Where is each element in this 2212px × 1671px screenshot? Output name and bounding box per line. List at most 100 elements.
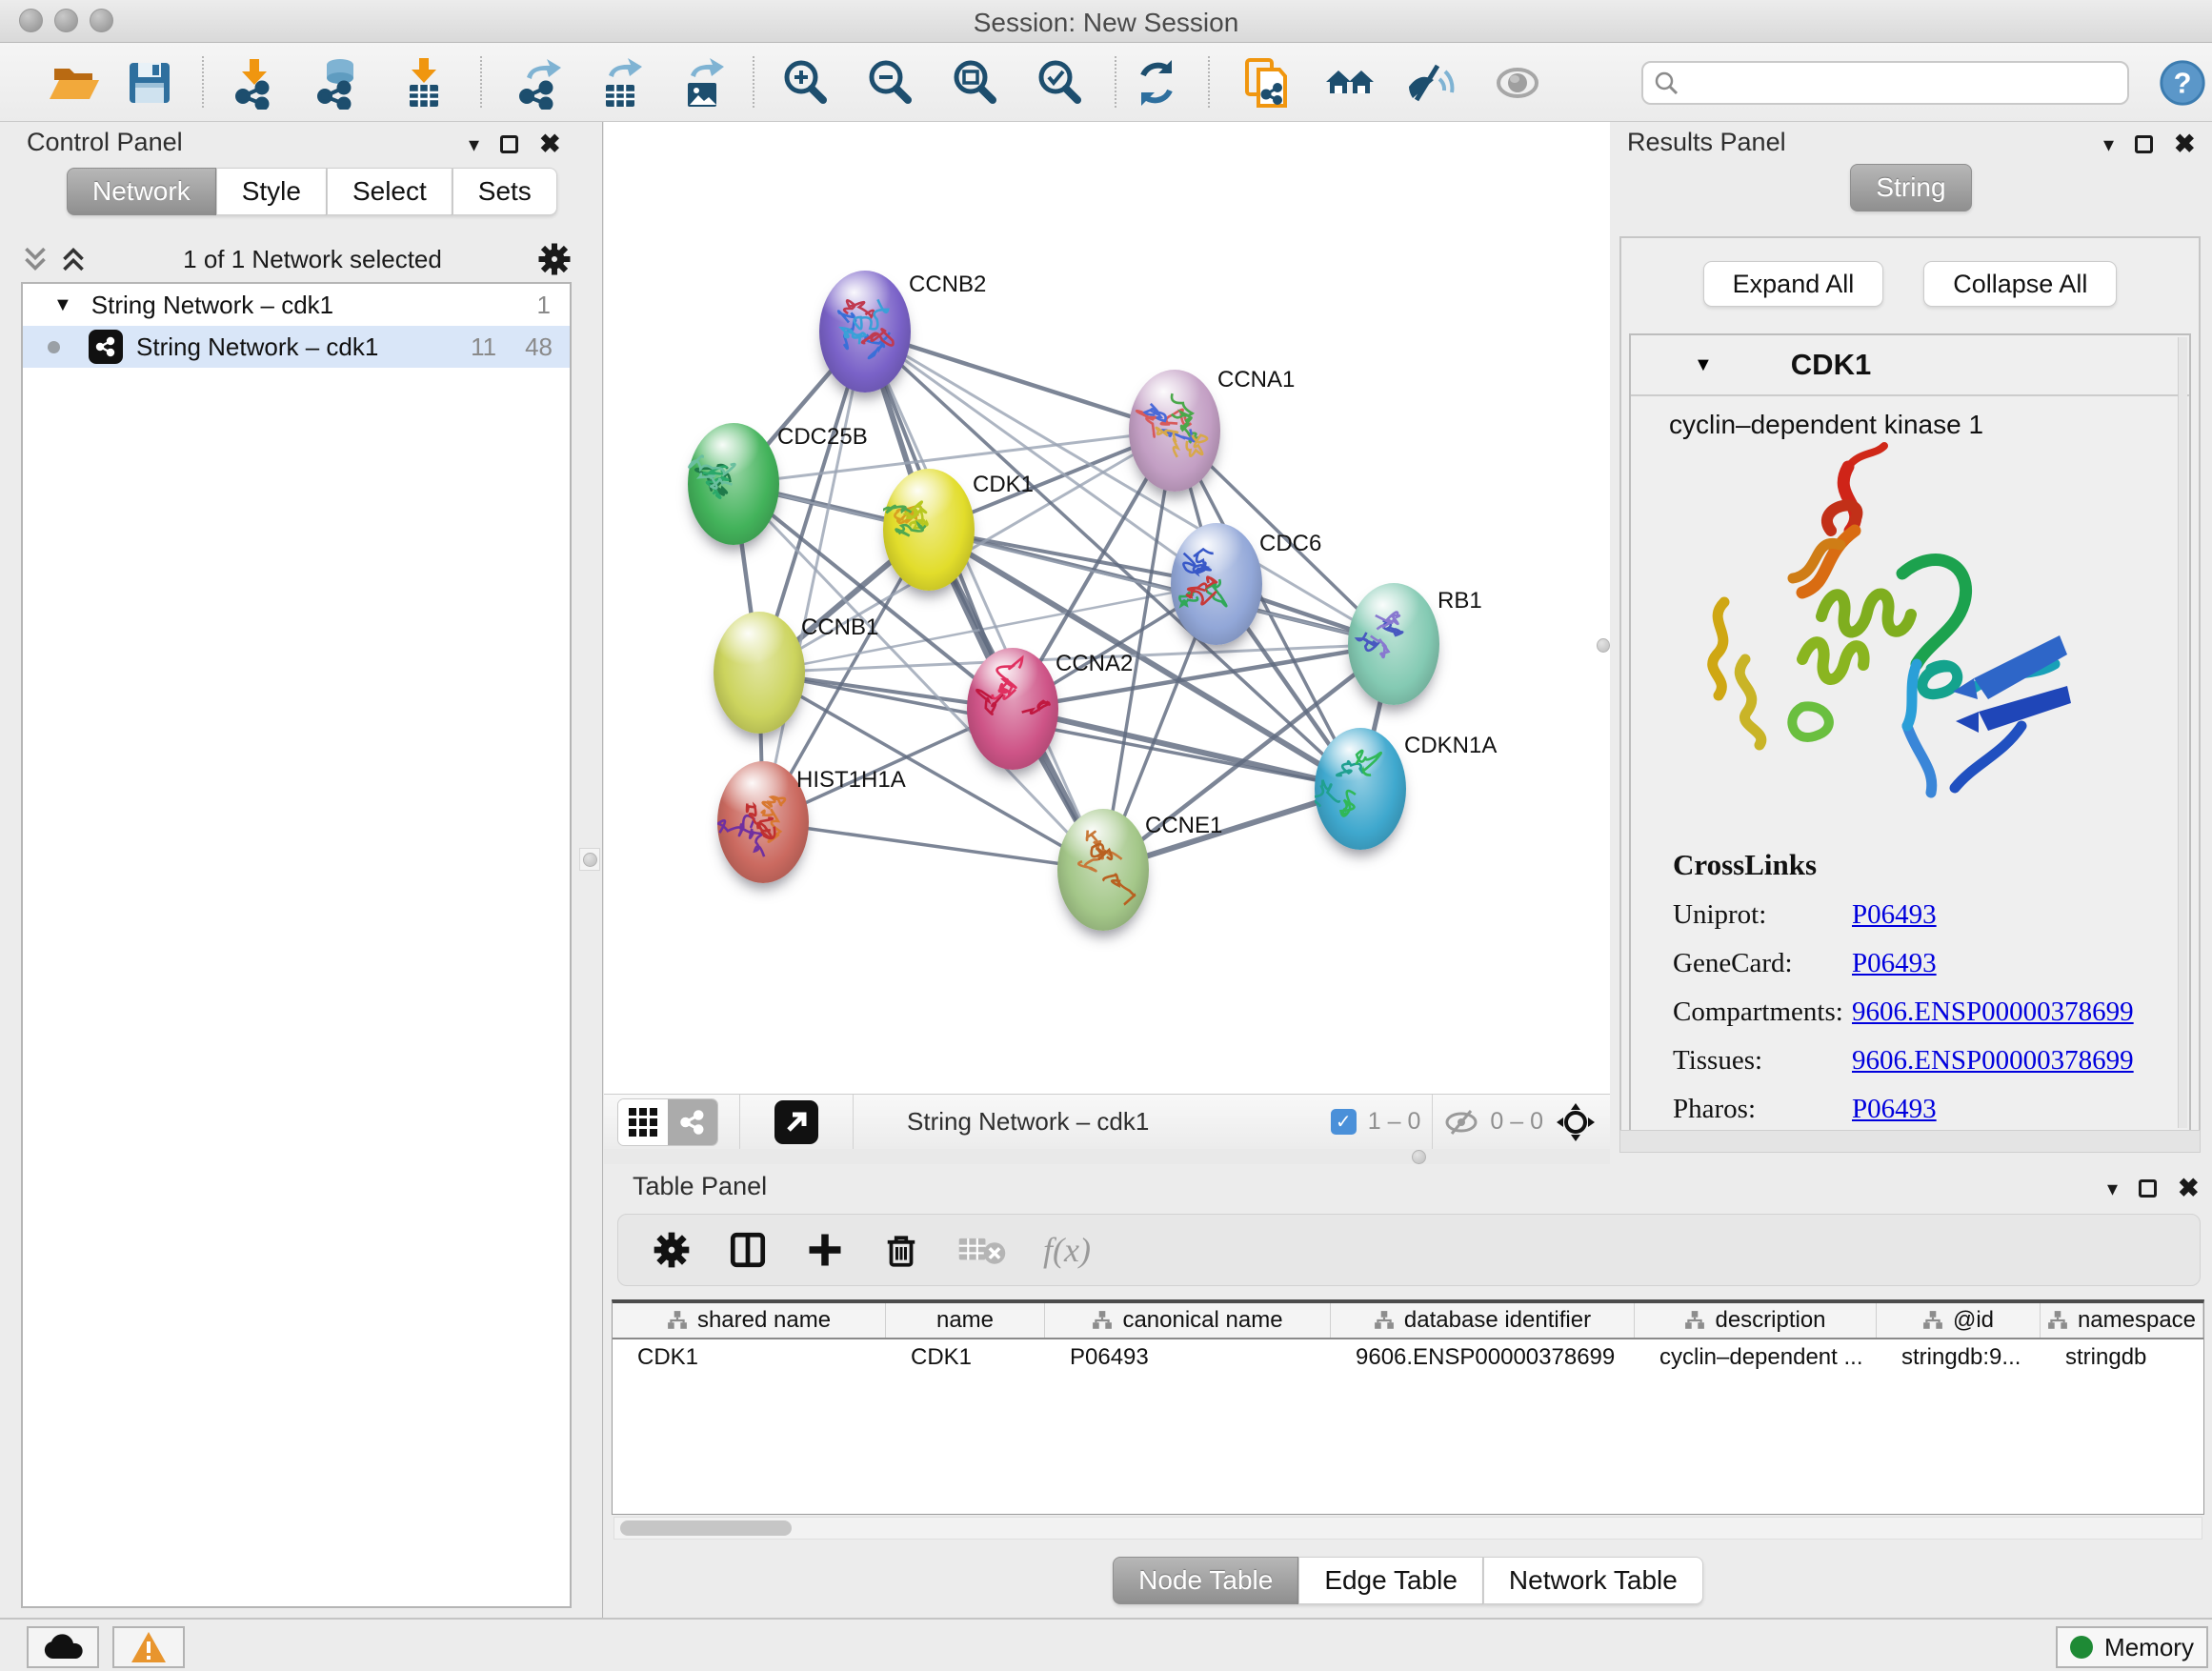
refresh-view-button[interactable] bbox=[1129, 55, 1184, 111]
grid-view-button[interactable] bbox=[618, 1099, 668, 1145]
panel-menu-icon[interactable]: ▾ bbox=[2103, 132, 2114, 157]
network-node-rb1[interactable] bbox=[1348, 583, 1439, 705]
panel-menu-icon[interactable]: ▾ bbox=[469, 132, 479, 157]
tab-node-table[interactable]: Node Table bbox=[1113, 1557, 1298, 1604]
crosslink-value-link[interactable]: P06493 bbox=[1852, 1094, 1937, 1125]
column-header-namespace[interactable]: namespace bbox=[2041, 1303, 2203, 1338]
import-network-from-file-button[interactable] bbox=[227, 55, 282, 111]
tab-sets[interactable]: Sets bbox=[452, 168, 557, 215]
tab-edge-table[interactable]: Edge Table bbox=[1298, 1557, 1483, 1604]
duplicate-network-button[interactable] bbox=[1238, 55, 1294, 111]
table-cell[interactable]: stringdb bbox=[2041, 1339, 2203, 1376]
add-column-icon[interactable] bbox=[805, 1230, 845, 1270]
network-node-cdkn1a[interactable] bbox=[1315, 728, 1406, 850]
column-header-database-identifier[interactable]: database identifier bbox=[1331, 1303, 1635, 1338]
horizontal-splitter[interactable] bbox=[604, 1149, 1610, 1164]
zoom-out-button[interactable] bbox=[862, 55, 917, 111]
collapse-all-button[interactable]: Collapse All bbox=[1923, 261, 2117, 307]
search-input[interactable] bbox=[1679, 70, 2099, 96]
gene-header[interactable]: ▼ CDK1 bbox=[1631, 335, 2189, 396]
panel-float-icon[interactable] bbox=[500, 135, 518, 153]
network-collection-row[interactable]: ▼ String Network – cdk1 1 bbox=[23, 284, 570, 326]
delete-table-icon[interactable] bbox=[957, 1232, 1007, 1268]
network-edge[interactable] bbox=[1013, 709, 1360, 789]
table-cell[interactable]: cyclin–dependent ... bbox=[1635, 1339, 1877, 1376]
network-share-button[interactable] bbox=[668, 1099, 717, 1145]
panel-float-icon[interactable] bbox=[2135, 135, 2153, 153]
open-session-button[interactable] bbox=[46, 55, 101, 111]
panel-menu-icon[interactable]: ▾ bbox=[2107, 1177, 2118, 1201]
tab-string[interactable]: String bbox=[1850, 164, 1971, 211]
search-box[interactable] bbox=[1641, 61, 2129, 105]
horizontal-scrollbar[interactable] bbox=[1619, 1130, 2201, 1153]
column-header-description[interactable]: description bbox=[1635, 1303, 1877, 1338]
gear-icon[interactable] bbox=[653, 1231, 691, 1269]
table-cell[interactable]: stringdb:9... bbox=[1877, 1339, 2041, 1376]
tab-style[interactable]: Style bbox=[216, 168, 327, 215]
network-node-cdk1[interactable] bbox=[883, 469, 975, 591]
network-row[interactable]: String Network – cdk1 11 48 bbox=[23, 326, 570, 368]
network-node-ccna1[interactable] bbox=[1129, 370, 1220, 492]
birdseye-icon[interactable] bbox=[1555, 1101, 1597, 1143]
network-node-ccnb2[interactable] bbox=[819, 271, 911, 393]
memory-button[interactable]: Memory bbox=[2056, 1626, 2208, 1668]
network-canvas[interactable]: CCNB2CCNA1CDC25BCDK1CDC6RB1CCNB1CCNA2CDK… bbox=[606, 124, 1608, 1094]
tab-network[interactable]: Network bbox=[67, 168, 216, 215]
table-cell[interactable]: 9606.ENSP00000378699 bbox=[1331, 1339, 1635, 1376]
export-image-button[interactable] bbox=[674, 55, 730, 111]
zoom-fit-button[interactable] bbox=[947, 55, 1002, 111]
columns-icon[interactable] bbox=[727, 1229, 769, 1271]
panel-splitter-handle[interactable] bbox=[1597, 633, 1610, 657]
crosslink-value-link[interactable]: 9606.ENSP00000378699 bbox=[1852, 1045, 2134, 1077]
help-button[interactable]: ? bbox=[2155, 55, 2210, 111]
hide-selected-button[interactable] bbox=[1404, 55, 1459, 111]
network-node-ccna2[interactable] bbox=[967, 648, 1058, 770]
open-in-window-button[interactable] bbox=[774, 1100, 818, 1144]
import-network-from-database-button[interactable] bbox=[311, 55, 366, 111]
table-cell[interactable]: P06493 bbox=[1045, 1339, 1331, 1376]
scrollbar-thumb[interactable] bbox=[620, 1520, 792, 1536]
panel-close-icon[interactable]: ✖ bbox=[539, 130, 561, 159]
import-table-from-file-button[interactable] bbox=[396, 55, 452, 111]
panel-float-icon[interactable] bbox=[2139, 1179, 2157, 1198]
zoom-selected-button[interactable] bbox=[1032, 55, 1087, 111]
column-header-shared-name[interactable]: shared name bbox=[613, 1303, 886, 1338]
network-node-hist1h1a[interactable] bbox=[717, 761, 809, 883]
network-edge[interactable] bbox=[763, 822, 1103, 870]
crosslink-value-link[interactable]: 9606.ENSP00000378699 bbox=[1852, 997, 2134, 1028]
collapse-gene-icon[interactable]: ▼ bbox=[1694, 354, 1713, 376]
tree-expander-icon[interactable]: ▼ bbox=[53, 294, 72, 316]
table-cell[interactable]: CDK1 bbox=[886, 1339, 1045, 1376]
network-node-cdc6[interactable] bbox=[1171, 523, 1262, 645]
first-neighbors-button[interactable] bbox=[1322, 55, 1377, 111]
network-node-ccne1[interactable] bbox=[1057, 809, 1149, 931]
panel-close-icon[interactable]: ✖ bbox=[2178, 1174, 2200, 1203]
export-network-button[interactable] bbox=[511, 55, 566, 111]
column-header-canonical-name[interactable]: canonical name bbox=[1045, 1303, 1331, 1338]
network-node-ccnb1[interactable] bbox=[714, 612, 805, 734]
panel-splitter-handle[interactable] bbox=[579, 848, 600, 871]
show-all-button[interactable] bbox=[1490, 55, 1545, 111]
table-horizontal-scrollbar[interactable] bbox=[613, 1517, 2202, 1540]
save-session-button[interactable] bbox=[122, 55, 177, 111]
expand-all-icon[interactable] bbox=[59, 245, 88, 273]
column-header--id[interactable]: @id bbox=[1877, 1303, 2041, 1338]
column-header-name[interactable]: name bbox=[886, 1303, 1045, 1338]
export-table-button[interactable] bbox=[593, 55, 648, 111]
crosslink-value-link[interactable]: P06493 bbox=[1852, 899, 1937, 931]
selected-checkbox-icon[interactable]: ✓ bbox=[1331, 1109, 1357, 1135]
zoom-in-button[interactable] bbox=[777, 55, 833, 111]
delete-column-icon[interactable] bbox=[881, 1230, 921, 1270]
expand-all-button[interactable]: Expand All bbox=[1703, 261, 1884, 307]
vertical-scrollbar[interactable] bbox=[2178, 337, 2187, 1128]
collapse-all-icon[interactable] bbox=[21, 245, 50, 273]
crosslink-value-link[interactable]: P06493 bbox=[1852, 948, 1937, 979]
tab-select[interactable]: Select bbox=[327, 168, 452, 215]
tab-network-table[interactable]: Network Table bbox=[1483, 1557, 1703, 1604]
table-cell[interactable]: CDK1 bbox=[613, 1339, 886, 1376]
panel-close-icon[interactable]: ✖ bbox=[2174, 130, 2196, 159]
warnings-button[interactable] bbox=[112, 1626, 185, 1668]
cloud-status-button[interactable] bbox=[27, 1626, 99, 1668]
network-node-cdc25b[interactable] bbox=[688, 423, 779, 545]
gear-icon[interactable] bbox=[537, 242, 572, 276]
